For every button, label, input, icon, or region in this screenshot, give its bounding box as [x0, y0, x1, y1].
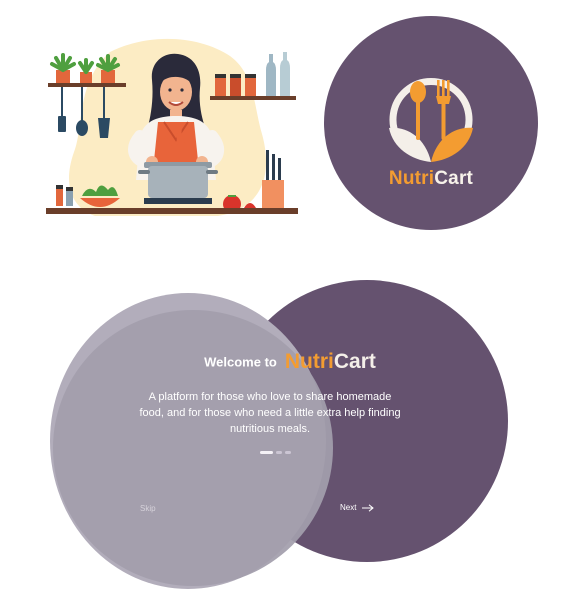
- skip-button[interactable]: Skip: [140, 504, 156, 513]
- page-dot-active: [260, 451, 273, 454]
- spoon-fork-leaf-icon: [389, 78, 473, 162]
- arrow-right-icon: [362, 503, 375, 512]
- brand-part1: Nutri: [284, 350, 334, 373]
- brand-part2: Cart: [333, 350, 376, 373]
- welcome-prefix: Welcome to: [204, 354, 277, 370]
- page-dot: [285, 451, 291, 454]
- onboarding-description: A platform for those who love to share h…: [139, 391, 401, 435]
- logo-part1: Nutri: [388, 168, 435, 189]
- cooking-illustration: [46, 38, 298, 217]
- logo-circle: NutriCart: [324, 16, 538, 230]
- next-button[interactable]: Next: [340, 503, 375, 512]
- next-label: Next: [340, 503, 357, 512]
- logo-wordmark: NutriCart: [324, 168, 538, 190]
- welcome-brand: NutriCart: [285, 350, 376, 373]
- page-dot: [276, 451, 282, 454]
- logo-part2: Cart: [434, 168, 474, 189]
- welcome-heading: Welcome to NutriCart: [120, 350, 460, 374]
- page-indicator: [260, 451, 291, 455]
